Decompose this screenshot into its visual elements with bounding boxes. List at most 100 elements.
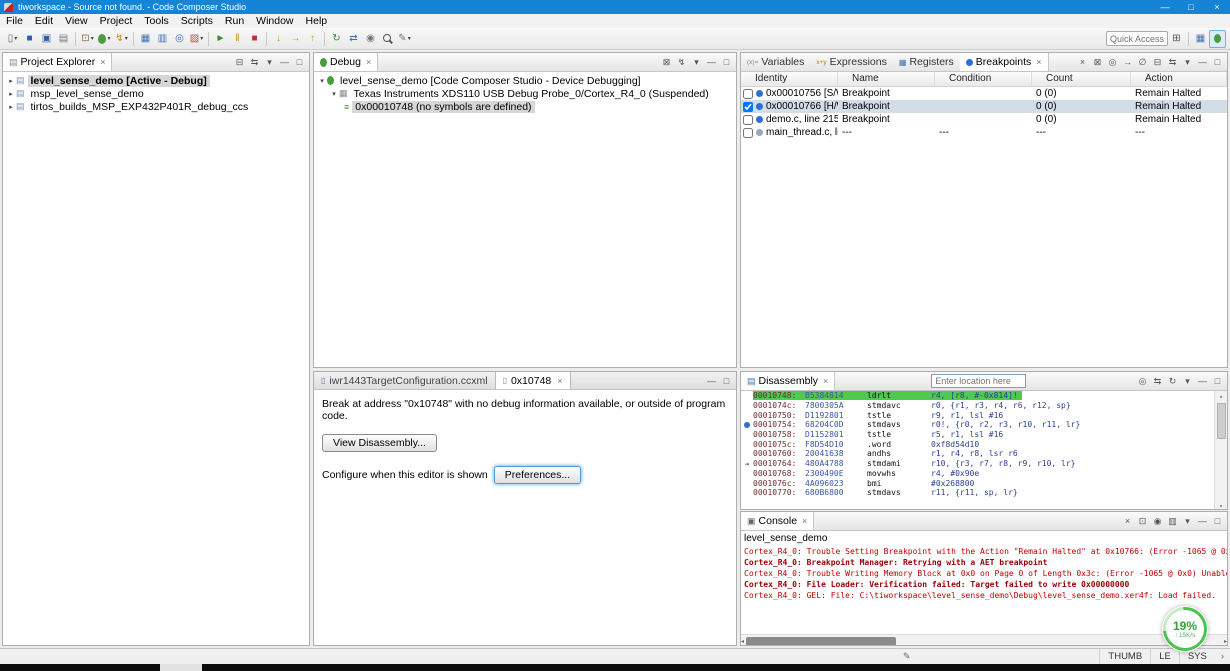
- save-icon[interactable]: ■: [21, 30, 38, 48]
- scroll-up-icon[interactable]: ▴: [1219, 391, 1223, 401]
- maximize-view-icon[interactable]: □: [292, 55, 307, 69]
- debug-node-frame[interactable]: ≡ 0x00010748 (no symbols are defined): [314, 100, 736, 113]
- disassembly-line[interactable]: 00010754: 68204C0D stmdavs r0!, {r0, r2,…: [741, 420, 1227, 430]
- save-all-icon[interactable]: ▣: [38, 30, 55, 48]
- scroll-lock-icon[interactable]: ⊡: [1135, 514, 1150, 528]
- view-menu-icon[interactable]: ▾: [689, 55, 704, 69]
- debug-node-launch[interactable]: ▾ level_sense_demo [Code Composer Studio…: [314, 74, 736, 87]
- close-icon[interactable]: ×: [823, 376, 828, 386]
- minimize-view-icon[interactable]: —: [704, 374, 719, 388]
- clear-console-icon[interactable]: ×: [1120, 514, 1135, 528]
- step-over-icon[interactable]: →: [287, 30, 304, 48]
- breakpoint-enabled-checkbox[interactable]: [743, 89, 753, 99]
- disassembly-line[interactable]: 00010770: 680B6800 stmdavs r11, {r11, sp…: [741, 488, 1227, 498]
- annotate-icon[interactable]: ✎▾: [396, 30, 413, 48]
- status-overflow-icon[interactable]: ›: [1215, 651, 1230, 662]
- scroll-left-icon[interactable]: ◂: [741, 636, 744, 646]
- scrollbar-thumb[interactable]: [746, 637, 896, 646]
- pin-console-icon[interactable]: ◉: [1150, 514, 1165, 528]
- refresh-icon[interactable]: ↻: [1165, 374, 1180, 388]
- project-item-level-sense-demo[interactable]: ▸ ▤ level_sense_demo [Active - Debug]: [3, 74, 309, 87]
- link-with-editor-icon[interactable]: ⇆: [247, 55, 262, 69]
- collapse-all-icon[interactable]: ⊟: [232, 55, 247, 69]
- maximize-button[interactable]: □: [1178, 0, 1204, 14]
- breakpoint-enabled-checkbox[interactable]: [743, 115, 753, 125]
- editor-tab-0x10748[interactable]: ▯ 0x10748 ×: [495, 372, 571, 389]
- terminate-icon[interactable]: ■: [246, 30, 263, 48]
- minimize-view-icon[interactable]: —: [1195, 374, 1210, 388]
- display-console-icon[interactable]: ▥: [1165, 514, 1180, 528]
- menu-file[interactable]: File: [0, 14, 29, 28]
- tab-console[interactable]: ▣ Console ×: [741, 512, 814, 530]
- suspend-icon[interactable]: ‖: [229, 30, 246, 48]
- disassembly-line[interactable]: 0001075c: F8D54D10 .word 0xf8d54d10: [741, 439, 1227, 449]
- column-count[interactable]: Count: [1032, 72, 1131, 86]
- menu-project[interactable]: Project: [94, 14, 139, 28]
- project-item-msp-level-sense-demo[interactable]: ▸ ▤ msp_level_sense_demo: [3, 87, 309, 100]
- link-icon[interactable]: ⇆: [1165, 55, 1180, 69]
- chevron-right-icon[interactable]: ▸: [6, 90, 16, 98]
- net-speed-overlay[interactable]: 19% ↑ 15K/s: [1162, 606, 1208, 652]
- chevron-down-icon[interactable]: ▾: [317, 77, 327, 85]
- chevron-right-icon[interactable]: ▸: [6, 103, 16, 111]
- minimize-button[interactable]: —: [1152, 0, 1178, 14]
- console-output[interactable]: level_sense_demo Cortex_R4_0: Trouble Se…: [741, 531, 1227, 646]
- show-pc-icon[interactable]: ◎: [1135, 374, 1150, 388]
- close-icon[interactable]: ×: [366, 57, 371, 67]
- remove-all-breakpoints-icon[interactable]: ⊠: [1090, 55, 1105, 69]
- disassembly-line[interactable]: 00010750: D1192801 tstle r9, r1, lsl #16: [741, 410, 1227, 420]
- new-file-icon[interactable]: ▯▾: [4, 30, 21, 48]
- disassembly-line[interactable]: 00010748: B5384814 ldrlt r4, [r8, #-0x81…: [741, 391, 1227, 401]
- flash-icon[interactable]: ↯▾: [113, 30, 130, 48]
- edit-perspective-icon[interactable]: ▦: [1192, 30, 1209, 48]
- windows-taskbar-strip[interactable]: [0, 664, 1230, 671]
- column-identity[interactable]: Identity: [741, 72, 838, 86]
- menu-tools[interactable]: Tools: [138, 14, 175, 28]
- quick-access-input[interactable]: [1106, 31, 1168, 46]
- link-debug-context-icon[interactable]: ⇆: [1150, 374, 1165, 388]
- resume-icon[interactable]: ►: [212, 30, 229, 48]
- menu-edit[interactable]: Edit: [29, 14, 59, 28]
- debug-icon[interactable]: ▾: [96, 30, 113, 48]
- breakpoint-marker-icon[interactable]: [744, 422, 750, 428]
- tab-expressions[interactable]: x+y Expressions: [810, 53, 893, 71]
- open-perspective-icon[interactable]: ⊞: [1168, 30, 1185, 48]
- breakpoint-row[interactable]: main_thread.c, li --- --- --- ---: [741, 126, 1227, 139]
- scroll-down-icon[interactable]: ▾: [1219, 501, 1223, 510]
- hw-breakpoint-marker-icon[interactable]: →: [741, 460, 753, 468]
- menu-view[interactable]: View: [59, 14, 94, 28]
- view-menu-icon[interactable]: ▾: [1180, 374, 1195, 388]
- build-icon[interactable]: ⊡▾: [79, 30, 96, 48]
- breakpoint-row[interactable]: 0x00010756 [S/W Breakpoint 0 (0) Remain …: [741, 87, 1227, 100]
- minimize-view-icon[interactable]: —: [1195, 514, 1210, 528]
- console-h-scrollbar[interactable]: ◂ ▸: [741, 634, 1227, 646]
- show-breakpoints-icon[interactable]: ◎: [1105, 55, 1120, 69]
- debug-perspective-icon[interactable]: [1209, 30, 1226, 48]
- chevron-right-icon[interactable]: ▸: [6, 77, 16, 85]
- disassembly-line[interactable]: 0001074c: 7800305A stmdavc r0, {r1, r3, …: [741, 401, 1227, 411]
- pin-icon[interactable]: ◉: [362, 30, 379, 48]
- close-icon[interactable]: ×: [557, 376, 562, 386]
- debug-node-core[interactable]: ▾ ▦ Texas Instruments XDS110 USB Debug P…: [314, 87, 736, 100]
- column-condition[interactable]: Condition: [935, 72, 1032, 86]
- console-menu-icon[interactable]: ▾: [1180, 514, 1195, 528]
- disassembly-scrollbar[interactable]: ▴ ▾: [1214, 391, 1227, 510]
- goto-breakpoint-icon[interactable]: →: [1120, 55, 1135, 69]
- menu-run[interactable]: Run: [219, 14, 250, 28]
- grid-view-icon[interactable]: ▦: [137, 30, 154, 48]
- close-icon[interactable]: ×: [802, 516, 807, 526]
- breakpoint-row[interactable]: demo.c, line 215 Breakpoint 0 (0) Remain…: [741, 113, 1227, 126]
- disassembly-line[interactable]: 00010758: D1152801 tstle r5, r1, lsl #16: [741, 430, 1227, 440]
- location-input[interactable]: [931, 374, 1026, 388]
- tab-breakpoints[interactable]: Breakpoints ×: [960, 53, 1049, 71]
- step-return-icon[interactable]: ↑: [304, 30, 321, 48]
- maximize-view-icon[interactable]: □: [719, 374, 734, 388]
- disassembly-line[interactable]: 00010768: 2300490E movwhs r4, #0x90e: [741, 469, 1227, 479]
- view-disassembly-button[interactable]: View Disassembly...: [322, 434, 437, 452]
- minimize-view-icon[interactable]: —: [1195, 55, 1210, 69]
- close-icon[interactable]: ×: [100, 57, 105, 67]
- preferences-button[interactable]: Preferences...: [494, 466, 581, 484]
- close-button[interactable]: ×: [1204, 0, 1230, 14]
- remove-breakpoint-icon[interactable]: ×: [1075, 55, 1090, 69]
- menu-scripts[interactable]: Scripts: [175, 14, 219, 28]
